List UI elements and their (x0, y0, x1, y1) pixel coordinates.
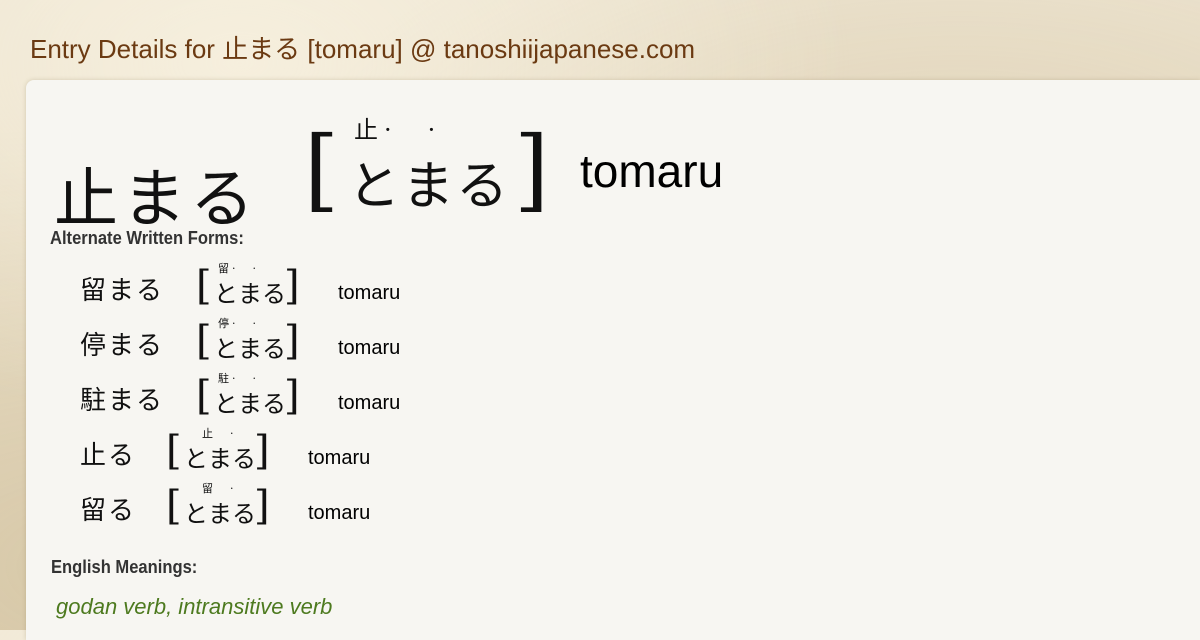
entry-word: 止まる (54, 163, 258, 237)
bracket-open: [ (166, 428, 182, 474)
bracket-open: [ (196, 318, 212, 364)
alternate-forms-label: Alternate Written Forms: (50, 228, 244, 248)
bracket-open: [ (196, 373, 212, 419)
alt-romaji: tomaru (338, 337, 401, 359)
alt-word: 留まる (80, 276, 165, 306)
bracket-open: [ (166, 483, 182, 529)
list-item: 停まる [ 停· · とまる ] tomaru (80, 317, 680, 367)
alt-romaji: tomaru (338, 282, 401, 304)
list-item: 留まる [ 留· · とまる ] tomaru (80, 262, 680, 312)
alt-romaji: tomaru (308, 502, 371, 524)
bracket-close: ] (284, 373, 300, 419)
part-of-speech: godan verb, intransitive verb (56, 594, 333, 619)
entry-card: 止まる [ 止· · とまる ] tomaru Alternate Writte… (26, 80, 1200, 640)
bracket-close: ] (254, 483, 270, 529)
english-meanings-label: English Meanings: (51, 557, 198, 577)
bracket-close: ] (284, 263, 300, 309)
alt-romaji: tomaru (338, 392, 401, 414)
entry-romaji: tomaru (580, 145, 724, 197)
alt-word: 駐まる (80, 386, 165, 416)
alt-reading: とまる (184, 445, 256, 473)
bracket-close: ] (514, 117, 550, 222)
bracket-open: [ (304, 117, 340, 222)
alt-reading: とまる (214, 335, 286, 363)
main-reading: [ 止· · とまる ] (304, 110, 574, 220)
furigana: 止· · (354, 116, 442, 144)
list-item: 駐まる [ 駐· · とまる ] tomaru (80, 372, 680, 422)
bracket-open: [ (196, 263, 212, 309)
list-item: 止る [ 止 · とまる ] tomaru (80, 427, 680, 477)
alt-reading: とまる (214, 280, 286, 308)
page-title: Entry Details for 止まる [tomaru] @ tanoshi… (30, 34, 696, 64)
bracket-close: ] (254, 428, 270, 474)
alt-romaji: tomaru (308, 447, 371, 469)
alt-word: 留る (80, 496, 137, 526)
alt-reading: とまる (184, 500, 256, 528)
alt-word: 止る (80, 441, 137, 471)
alt-word: 停まる (80, 331, 165, 361)
reading: とまる (348, 157, 511, 217)
bracket-close: ] (284, 318, 300, 364)
list-item: 留る [ 留 · とまる ] tomaru (80, 482, 680, 532)
alt-reading: とまる (214, 390, 286, 418)
